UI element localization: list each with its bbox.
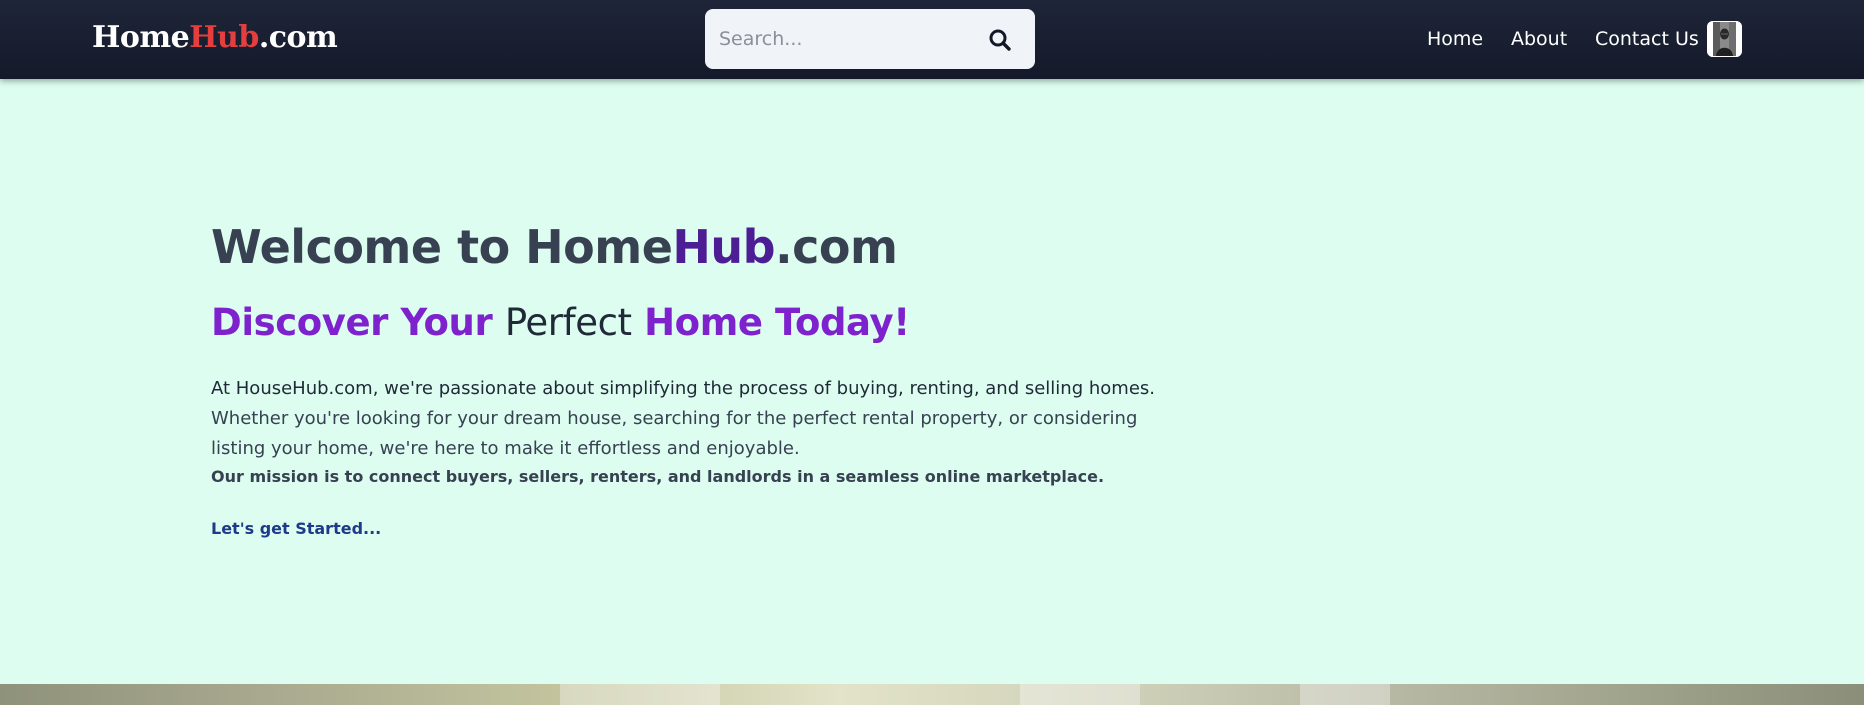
brand-part-home: Home — [92, 20, 190, 55]
search-input[interactable] — [719, 21, 979, 57]
nav-link-home[interactable]: Home — [1427, 26, 1483, 52]
strip-highlight — [1300, 684, 1390, 705]
description-line-2: Whether you're looking for your dream ho… — [211, 408, 1138, 459]
nav-link-about[interactable]: About — [1511, 26, 1567, 52]
hero-title: Welcome to HomeHub.com — [211, 218, 898, 276]
strip-highlight — [1020, 684, 1140, 705]
hero-title-suffix: .com — [775, 220, 898, 274]
strip-highlight — [560, 684, 720, 705]
get-started-link[interactable]: Let's get Started... — [211, 518, 381, 540]
description-line-1: At HouseHub.com, we're passionate about … — [211, 378, 1155, 399]
hero-title-hub: Hub — [672, 220, 776, 274]
navbar: HomeHub.com Home About Contact Us — [0, 0, 1864, 79]
avatar-photo-icon — [1707, 21, 1742, 57]
search-bar — [705, 9, 1035, 69]
hero-title-prefix: Welcome to Home — [211, 220, 673, 274]
nav-link-contact[interactable]: Contact Us — [1595, 26, 1699, 52]
brand-part-com: .com — [258, 20, 338, 55]
subtitle-perfect: Perfect — [504, 301, 632, 344]
hero-subtitle: Discover Your Perfect Home Today! — [211, 300, 910, 346]
hero-description: At HouseHub.com, we're passionate about … — [211, 374, 1161, 464]
hero-image-strip — [0, 684, 1864, 705]
user-avatar[interactable] — [1707, 21, 1742, 57]
search-icon[interactable] — [987, 27, 1013, 53]
brand-logo[interactable]: HomeHub.com — [92, 19, 338, 57]
brand-part-hub: Hub — [189, 20, 259, 55]
mission-statement: Our mission is to connect buyers, seller… — [211, 467, 1105, 486]
subtitle-home-today: Home Today! — [644, 301, 910, 344]
subtitle-discover: Discover Your — [211, 301, 493, 344]
